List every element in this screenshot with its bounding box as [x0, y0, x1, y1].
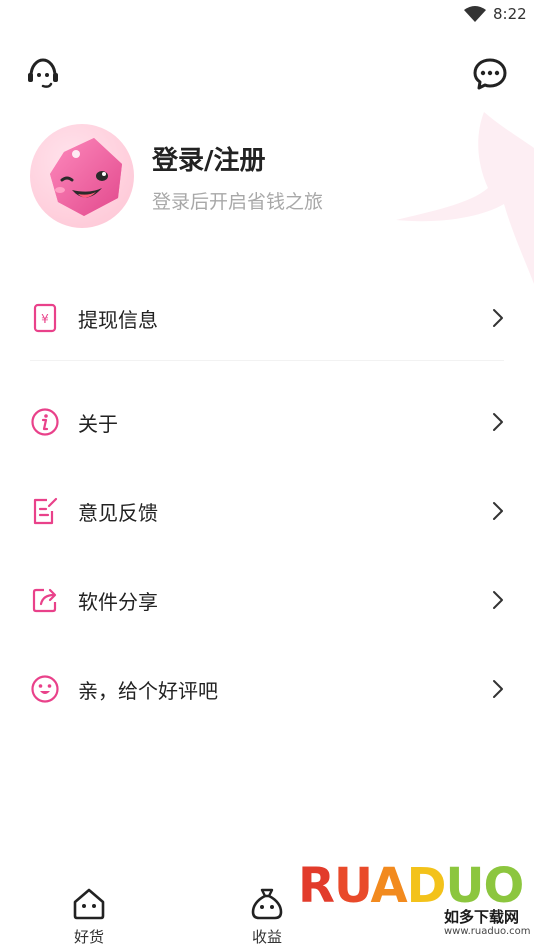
login-register-title[interactable]: 登录/注册 [152, 140, 266, 177]
menu-item-label: 软件分享 [78, 590, 158, 614]
messages-button[interactable] [472, 56, 508, 92]
chevron-right-icon [490, 411, 506, 433]
login-subtitle: 登录后开启省钱之旅 [152, 191, 324, 213]
menu-item-about[interactable]: 关于 [0, 391, 534, 451]
menu-item-label: 提现信息 [78, 308, 158, 332]
watermark-logo: RUADUO 如多下载网 www.ruaduo.com [298, 858, 534, 946]
tab-goods[interactable]: 好货 [44, 868, 134, 949]
money-bag-icon [249, 886, 285, 922]
status-time: 8:22 [493, 5, 527, 23]
chevron-right-icon [490, 589, 506, 611]
watermark-cn: 如多下载网 [444, 908, 520, 926]
menu-item-withdraw-info[interactable]: ¥ 提现信息 [0, 287, 534, 347]
menu-divider [30, 360, 504, 361]
house-face-icon [71, 886, 107, 922]
status-bar: 8:22 [0, 0, 534, 30]
feedback-edit-icon [30, 496, 60, 526]
menu-item-rate-app[interactable]: 亲，给个好评吧 [0, 658, 534, 718]
menu-item-label: 关于 [78, 412, 118, 436]
smile-icon [30, 674, 60, 704]
menu-item-share[interactable]: 软件分享 [0, 569, 534, 629]
info-icon [30, 407, 60, 437]
chat-bubble-icon [472, 58, 508, 96]
watermark-url: www.ruaduo.com [444, 926, 531, 937]
headset-icon [25, 58, 61, 96]
menu-item-feedback[interactable]: 意见反馈 [0, 480, 534, 540]
share-icon [30, 585, 60, 615]
menu-item-label: 意见反馈 [78, 501, 158, 525]
chevron-right-icon [490, 307, 506, 329]
mascot-avatar[interactable] [30, 124, 134, 228]
chevron-right-icon [490, 678, 506, 700]
wallet-yuan-icon: ¥ [30, 303, 60, 333]
whale-tail-decoration [388, 108, 534, 288]
chevron-right-icon [490, 500, 506, 522]
wifi-icon [464, 6, 486, 22]
tab-label: 好货 [73, 928, 104, 946]
customer-service-button[interactable] [25, 56, 61, 92]
svg-text:¥: ¥ [41, 312, 49, 326]
menu-item-label: 亲，给个好评吧 [78, 679, 218, 703]
